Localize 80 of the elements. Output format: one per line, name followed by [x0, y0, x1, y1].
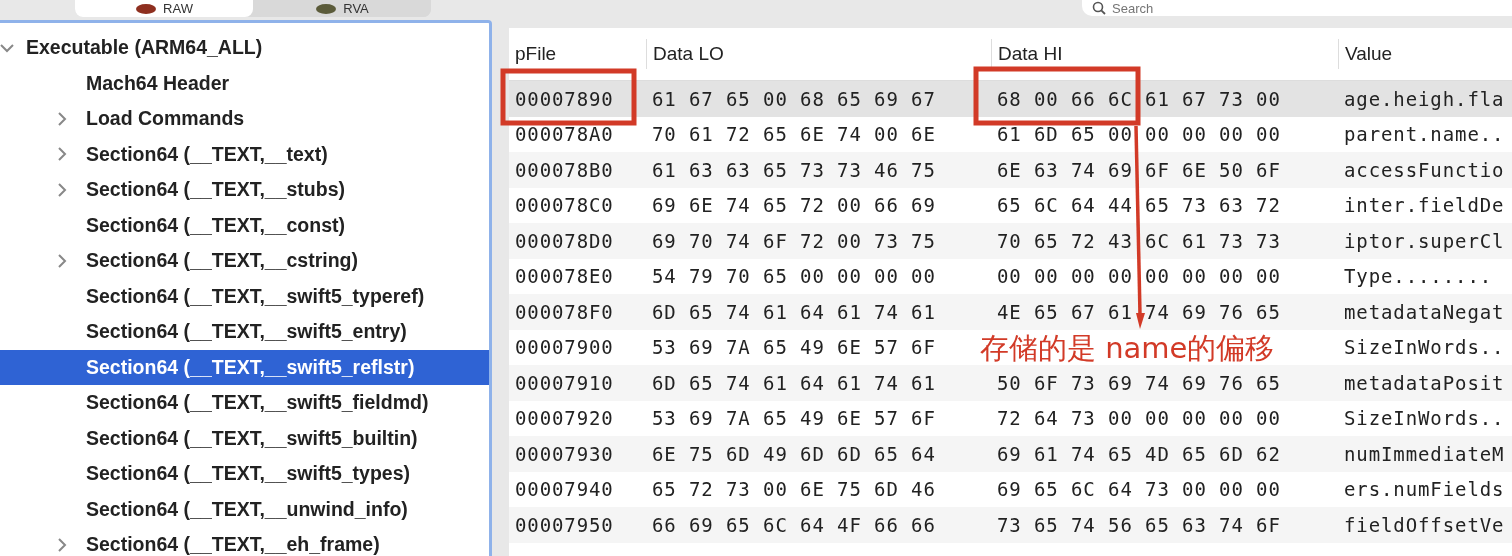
- chevron-down-icon[interactable]: [0, 42, 14, 53]
- table-cell-text: fieldOffsetVe: [1343, 513, 1506, 536]
- table-cell-text: 00007920: [514, 407, 615, 430]
- table-cell-text: numImmediateM: [1343, 442, 1506, 465]
- search-icon: [1092, 1, 1106, 15]
- table-cell-text: 000078D0: [514, 229, 615, 252]
- table-cell-text: accessFunctio: [1343, 158, 1506, 181]
- table-cell-text: 54 79 70 65 00 00 00 00: [651, 265, 937, 288]
- table-cell-text: 00 00 00 00 00 00 00 00: [996, 265, 1282, 288]
- table-cell-text: 66 69 65 6C 64 4F 66 66: [651, 513, 937, 536]
- tree-item[interactable]: Section64 (__TEXT,__eh_frame): [0, 527, 489, 556]
- tree-item[interactable]: Section64 (__TEXT,__swift5_types): [0, 456, 489, 492]
- tree-item[interactable]: Section64 (__TEXT,__swift5_typeref): [0, 278, 489, 314]
- table-cell-text: 69 65 6C 64 73 00 00 00: [996, 478, 1282, 501]
- table-cell-text: 70 61 72 65 6E 74 00 6E: [651, 123, 937, 146]
- chevron-right-icon[interactable]: [57, 111, 67, 126]
- search-field[interactable]: Search: [1082, 0, 1512, 16]
- table-cell-text: SizeInWords..: [1343, 407, 1506, 430]
- table-cell-text: 000078F0: [514, 300, 615, 323]
- table-cell-text: 65 72 73 00 6E 75 6D 46: [651, 478, 937, 501]
- table-cell-text: 00007950: [514, 513, 615, 536]
- table-cell-text: 6D 65 74 61 64 61 74 61: [651, 300, 937, 323]
- tree-item[interactable]: Load Commands: [0, 101, 489, 137]
- table-cell-text: 000078B0: [514, 158, 615, 181]
- tree-item[interactable]: Section64 (__TEXT,__unwind_info): [0, 491, 489, 527]
- tree-item[interactable]: Section64 (__TEXT,__text): [0, 136, 489, 172]
- table-cell-text: 000078A0: [514, 123, 615, 146]
- table-cell-text: 61 6D 65 00 00 00 00 00: [996, 123, 1282, 146]
- table-cell-text: 00007940: [514, 478, 615, 501]
- tree-item[interactable]: Section64 (__TEXT,__swift5_fieldmd): [0, 385, 489, 421]
- table-cell-text: 50 6F 73 69 74 69 76 65: [996, 371, 1282, 394]
- table-cell-text: metadataNegat: [1343, 300, 1506, 323]
- table-cell-text: 00007900: [514, 336, 615, 359]
- table-cell-text: 00007890: [514, 87, 615, 110]
- column-header[interactable]: pFile: [509, 39, 646, 69]
- table-cell-text: Type........: [1343, 265, 1494, 288]
- table-cell-text: age.heigh.fla: [1343, 87, 1506, 110]
- chevron-right-icon[interactable]: [57, 182, 67, 197]
- tree-item[interactable]: Executable (ARM64_ALL): [0, 30, 489, 66]
- table-cell-text: 00007910: [514, 371, 615, 394]
- search-input[interactable]: Search: [1112, 1, 1502, 15]
- table-cell-text: 69 61 74 65 4D 65 6D 62: [996, 442, 1282, 465]
- table-cell-text: 53 69 7A 65 49 6E 57 6F: [651, 407, 937, 430]
- table-cell-text: SizeInWords..: [1343, 336, 1506, 359]
- table-cell-text: 6D 65 74 61 64 61 74 61: [651, 371, 937, 394]
- table-cell-text: parent.name..: [1343, 123, 1506, 146]
- table-cell-text: 68 00 66 6C 61 67 73 00: [996, 87, 1282, 110]
- table-cell-text: 72 64 73 00 00 00 00 00: [996, 407, 1282, 430]
- column-header[interactable]: Data HI: [991, 39, 1338, 69]
- table-cell-text: 61 63 63 65 73 73 46 75: [651, 158, 937, 181]
- tree-item[interactable]: Section64 (__TEXT,__const): [0, 207, 489, 243]
- table-cell-text: ers.numFields: [1343, 478, 1506, 501]
- tree-item[interactable]: Section64 (__TEXT,__swift5_entry): [0, 314, 489, 350]
- table-cell-text: 61 67 65 00 68 65 69 67: [651, 87, 937, 110]
- tree-item[interactable]: Section64 (__TEXT,__cstring): [0, 243, 489, 279]
- table-cell-text: 69 6E 74 65 72 00 66 69: [651, 194, 937, 217]
- tree-item[interactable]: Mach64 Header: [0, 65, 489, 101]
- tree-item[interactable]: Section64 (__TEXT,__swift5_builtin): [0, 420, 489, 456]
- table-cell-text: 65 6C 64 44 65 73 63 72: [996, 194, 1282, 217]
- chevron-right-icon[interactable]: [57, 147, 67, 162]
- table-cell-text: 6E 63 74 69 6F 6E 50 6F: [996, 158, 1282, 181]
- tree-item[interactable]: Section64 (__TEXT,__stubs): [0, 172, 489, 208]
- column-header[interactable]: Value: [1338, 39, 1512, 69]
- table-cell-text: 73 65 74 56 65 63 74 6F: [996, 513, 1282, 536]
- table-cell-text: iptor.superCl: [1343, 229, 1506, 252]
- table-cell-text: 53 69 7A 65 49 6E 57 6F: [651, 336, 937, 359]
- table-cell-text: 70 65 72 43 6C 61 73 73: [996, 229, 1282, 252]
- table-cell-text: 4E 65 67 61 74 69 76 65: [996, 300, 1282, 323]
- chevron-right-icon[interactable]: [57, 253, 67, 268]
- tab[interactable]: RAW: [75, 0, 253, 17]
- tree-item[interactable]: Section64 (__TEXT,__swift5_reflstr): [0, 349, 489, 385]
- table-cell-text: 000078E0: [514, 265, 615, 288]
- table-cell-text: inter.fieldDe: [1343, 194, 1506, 217]
- table-cell-text: metadataPosit: [1343, 371, 1506, 394]
- table-cell-text: 6E 75 6D 49 6D 6D 65 64: [651, 442, 937, 465]
- column-header[interactable]: Data LO: [646, 39, 991, 69]
- table-cell-text: 00007930: [514, 442, 615, 465]
- chevron-right-icon[interactable]: [57, 537, 67, 552]
- table-cell-text: 000078C0: [514, 194, 615, 217]
- table-cell-text: 69 70 74 6F 72 00 73 75: [651, 229, 937, 252]
